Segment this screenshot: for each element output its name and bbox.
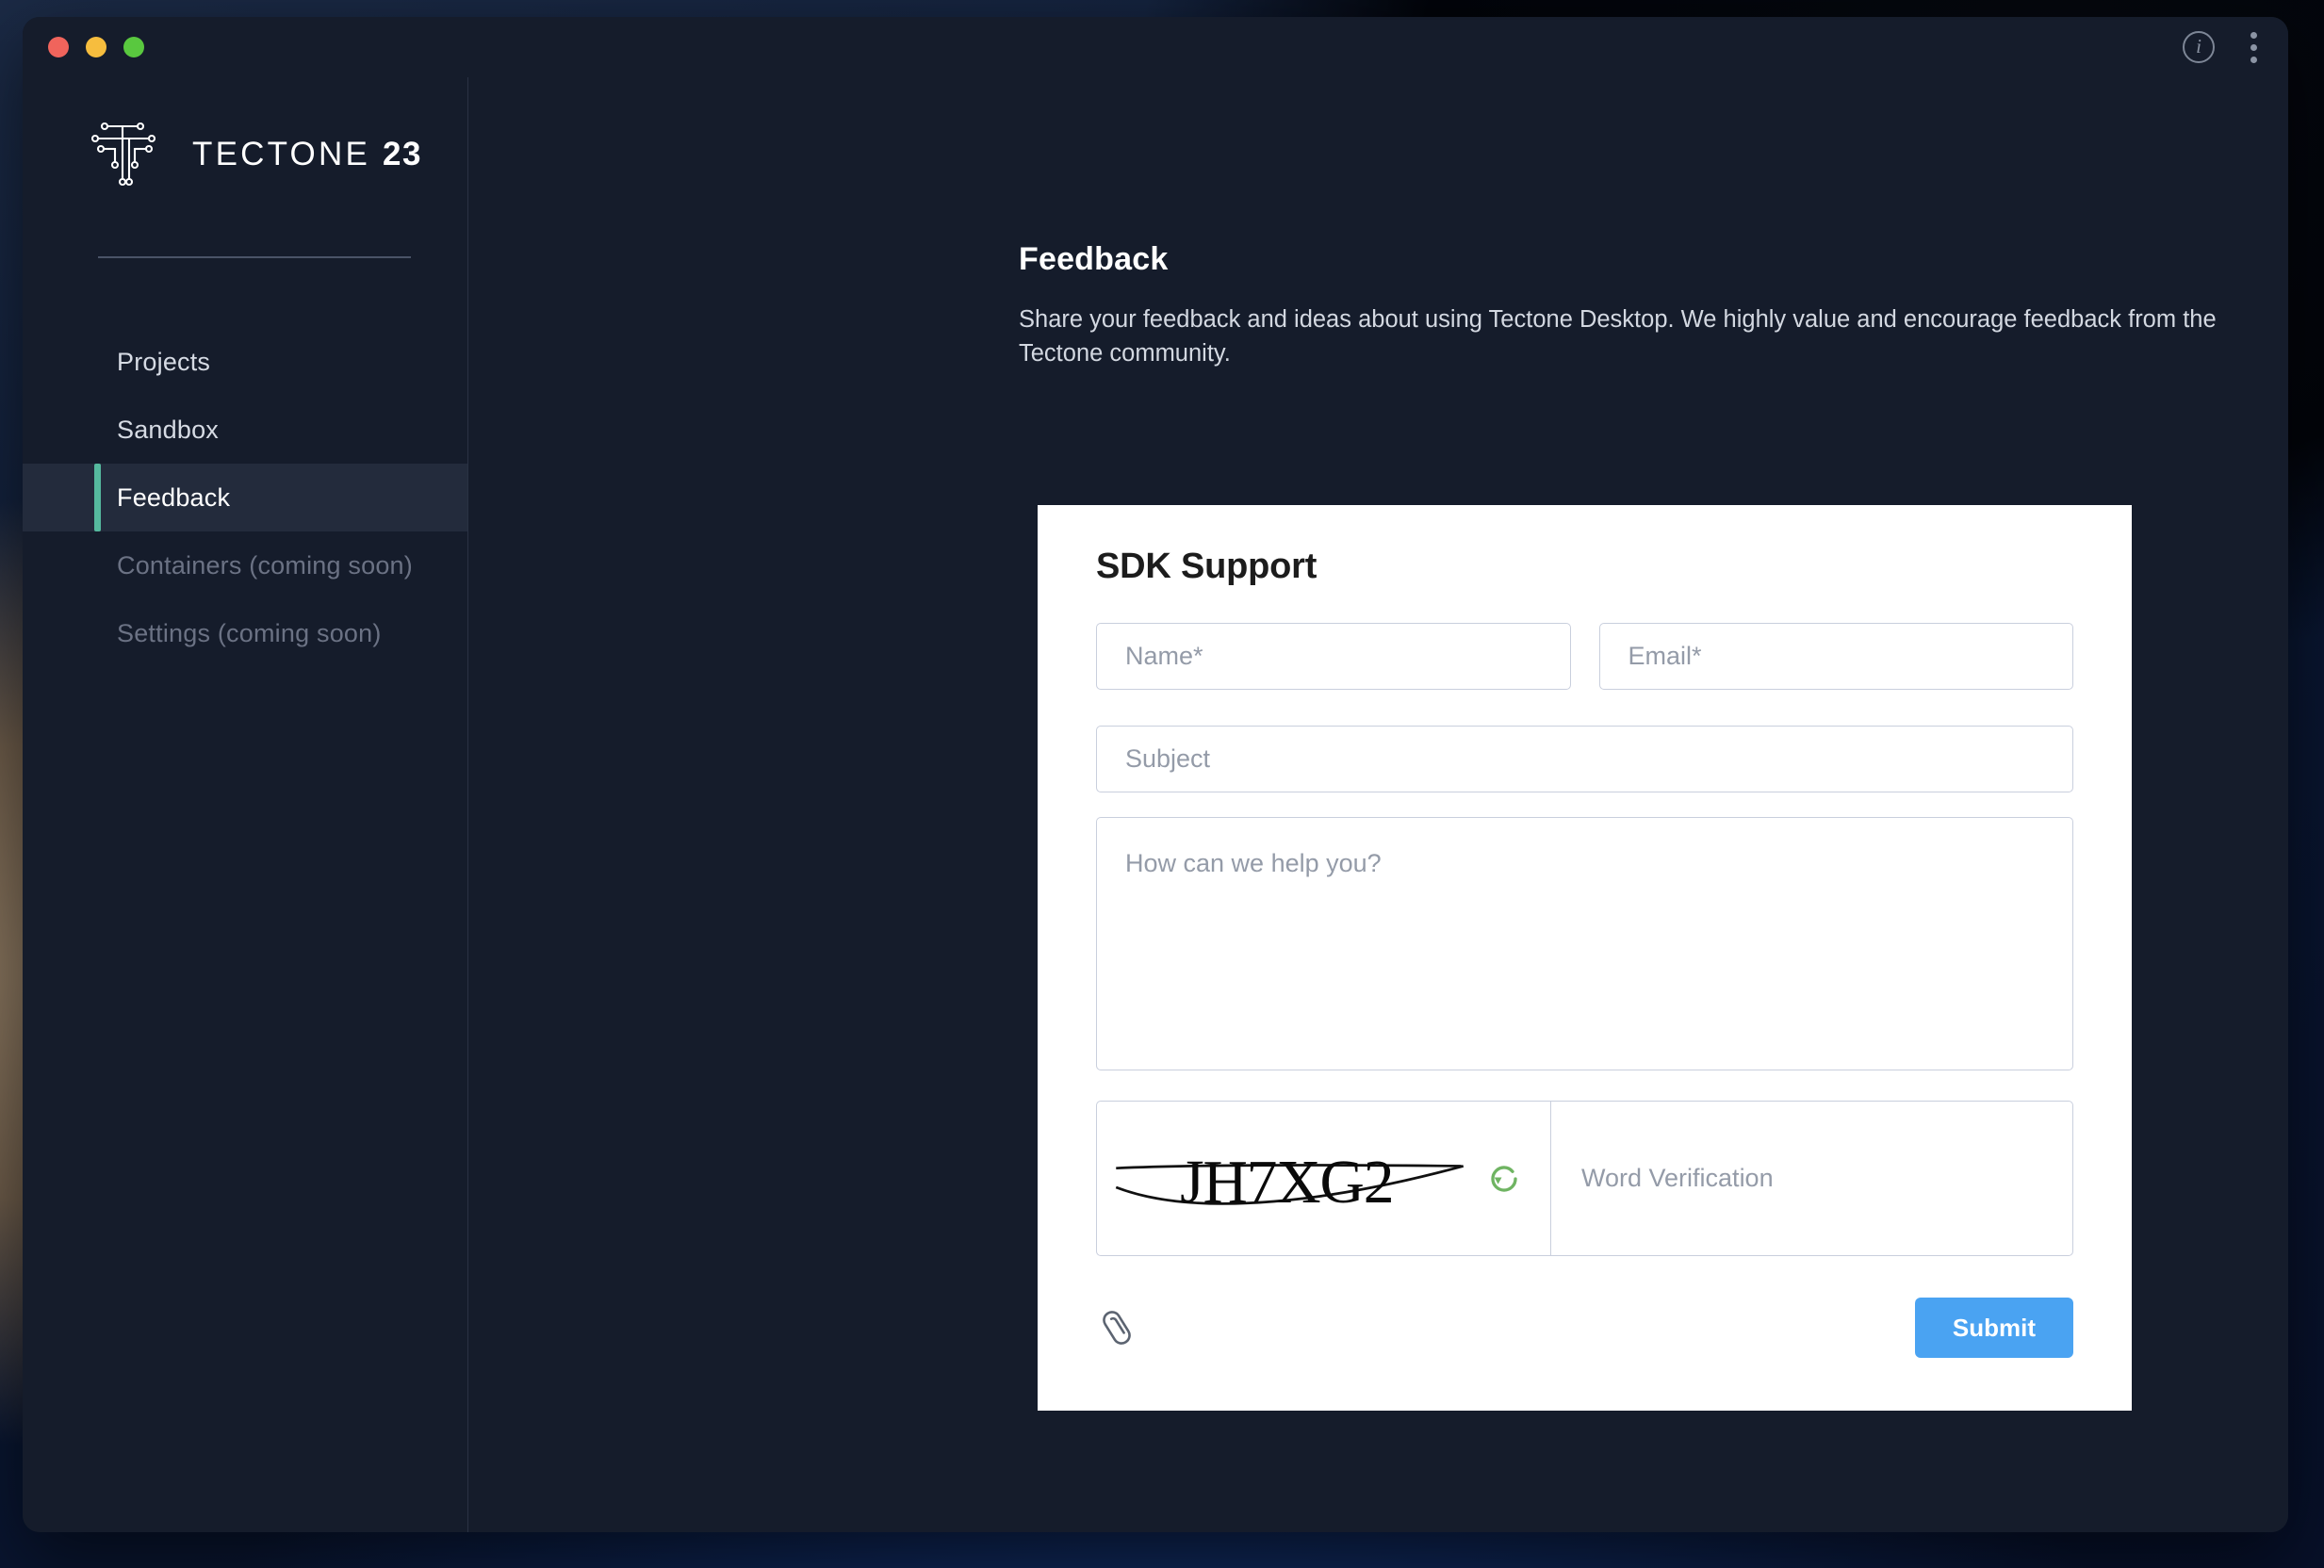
email-input-placeholder: Email* <box>1628 642 1702 671</box>
captcha-text: JH7XG2 <box>1180 1149 1393 1217</box>
word-verification-placeholder: Word Verification <box>1581 1164 1774 1193</box>
kebab-dot <box>2250 31 2257 39</box>
subject-input-placeholder: Subject <box>1125 744 1211 774</box>
window-body: TECTONE 23 Projects Sandbox Feedback Con… <box>23 77 2288 1532</box>
message-textarea-placeholder: How can we help you? <box>1125 849 1382 878</box>
close-window-button[interactable] <box>48 37 69 57</box>
sidebar-item-projects[interactable]: Projects <box>23 328 467 396</box>
title-bar-actions: i <box>2183 31 2258 63</box>
refresh-captcha-icon[interactable] <box>1482 1157 1526 1200</box>
page-title: Feedback <box>1019 241 1169 277</box>
application-window: i TECTONE 23 Projects Sandbox Feedback C… <box>23 17 2288 1532</box>
subject-input[interactable]: Subject <box>1096 726 2073 793</box>
page-description: Share your feedback and ideas about usin… <box>1019 306 2217 368</box>
title-bar: i <box>23 17 2288 77</box>
captcha-display: JH7XG2 <box>1097 1102 1551 1256</box>
captcha-row: JH7XG2 Word Verification <box>1096 1101 2073 1257</box>
subject-row: Subject <box>1096 726 2073 793</box>
brand-logo-area[interactable]: TECTONE 23 <box>23 77 467 190</box>
email-input[interactable]: Email* <box>1598 623 2073 691</box>
tectone-circuit-logo-icon <box>90 122 156 187</box>
sidebar-item-label: Feedback <box>117 482 231 512</box>
submit-button[interactable]: Submit <box>1914 1298 2073 1359</box>
captcha-image: JH7XG2 <box>1115 1149 1465 1217</box>
info-icon-glyph: i <box>2196 35 2201 57</box>
card-title: SDK Support <box>1096 547 1317 587</box>
sidebar-item-label: Projects <box>117 347 211 376</box>
window-controls <box>48 37 144 57</box>
name-input[interactable]: Name* <box>1096 623 1571 691</box>
sidebar-item-feedback[interactable]: Feedback <box>23 464 467 531</box>
sidebar-item-label: Sandbox <box>117 415 219 444</box>
sidebar-divider <box>98 256 411 258</box>
minimize-window-button[interactable] <box>86 37 106 57</box>
brand-name: TECTONE <box>192 136 370 172</box>
sidebar-item-sandbox[interactable]: Sandbox <box>23 396 467 464</box>
card-footer: Submit <box>1096 1298 2073 1359</box>
sidebar: TECTONE 23 Projects Sandbox Feedback Con… <box>23 77 468 1532</box>
word-verification-input[interactable]: Word Verification <box>1551 1102 2072 1255</box>
desktop-background: i TECTONE 23 Projects Sandbox Feedback C… <box>0 0 2324 1568</box>
paperclip-attach-icon[interactable] <box>1096 1306 1137 1349</box>
sidebar-item-containers[interactable]: Containers (coming soon) <box>23 531 467 599</box>
info-icon[interactable]: i <box>2183 31 2215 63</box>
brand-text: TECTONE 23 <box>192 136 422 173</box>
sidebar-item-label: Containers (coming soon) <box>117 550 413 580</box>
sdk-support-card: SDK Support Name* Email* Subject How can… <box>1038 505 2132 1412</box>
main-content: Feedback Share your feedback and ideas a… <box>468 77 2288 1532</box>
sidebar-item-label: Settings (coming soon) <box>117 618 382 647</box>
sidebar-navigation: Projects Sandbox Feedback Containers (co… <box>23 328 467 667</box>
brand-suffix: 23 <box>382 136 423 172</box>
maximize-window-button[interactable] <box>123 37 144 57</box>
sidebar-item-settings[interactable]: Settings (coming soon) <box>23 599 467 667</box>
name-email-row: Name* Email* <box>1096 623 2073 691</box>
message-textarea[interactable]: How can we help you? <box>1096 817 2073 1071</box>
name-input-placeholder: Name* <box>1125 642 1203 671</box>
kebab-menu-icon[interactable] <box>2249 31 2258 63</box>
kebab-dot <box>2250 43 2257 51</box>
kebab-dot <box>2250 56 2257 63</box>
